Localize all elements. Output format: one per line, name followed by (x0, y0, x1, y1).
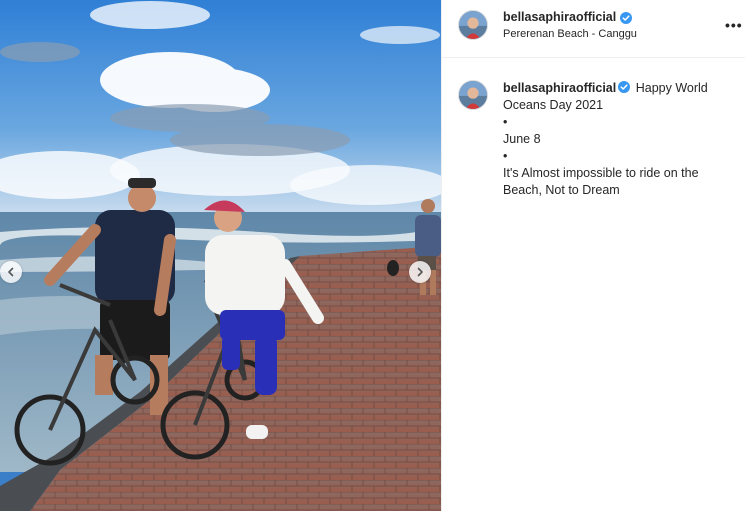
post-photo[interactable] (0, 0, 441, 511)
caption-bullet: • (503, 149, 508, 163)
post-side-panel: bellasaphiraofficial Pererenan Beach - C… (441, 0, 745, 511)
caption-bullet: • (503, 115, 508, 129)
verified-badge-icon (618, 81, 631, 93)
chevron-left-icon (8, 267, 14, 277)
chevron-right-icon (417, 267, 423, 277)
caption-text-line: It's Almost impossible to ride on the Be… (503, 166, 699, 197)
post-header: bellasaphiraofficial Pererenan Beach - C… (442, 0, 745, 58)
caption-text-line: June 8 (503, 132, 541, 146)
post-location[interactable]: Pererenan Beach - Canggu (503, 28, 637, 40)
beach-photo (0, 0, 441, 511)
caption-username[interactable]: bellasaphiraofficial (503, 81, 616, 95)
verified-badge-icon (620, 11, 633, 24)
post-username[interactable]: bellasaphiraofficial (503, 10, 616, 24)
caption-avatar[interactable] (458, 80, 488, 110)
previous-photo-button[interactable] (0, 261, 22, 283)
next-photo-button[interactable] (409, 261, 431, 283)
post-caption: bellasaphiraofficial Happy World Oceans … (503, 80, 735, 199)
avatar[interactable] (458, 10, 488, 40)
more-options-icon[interactable]: ••• (725, 17, 743, 33)
